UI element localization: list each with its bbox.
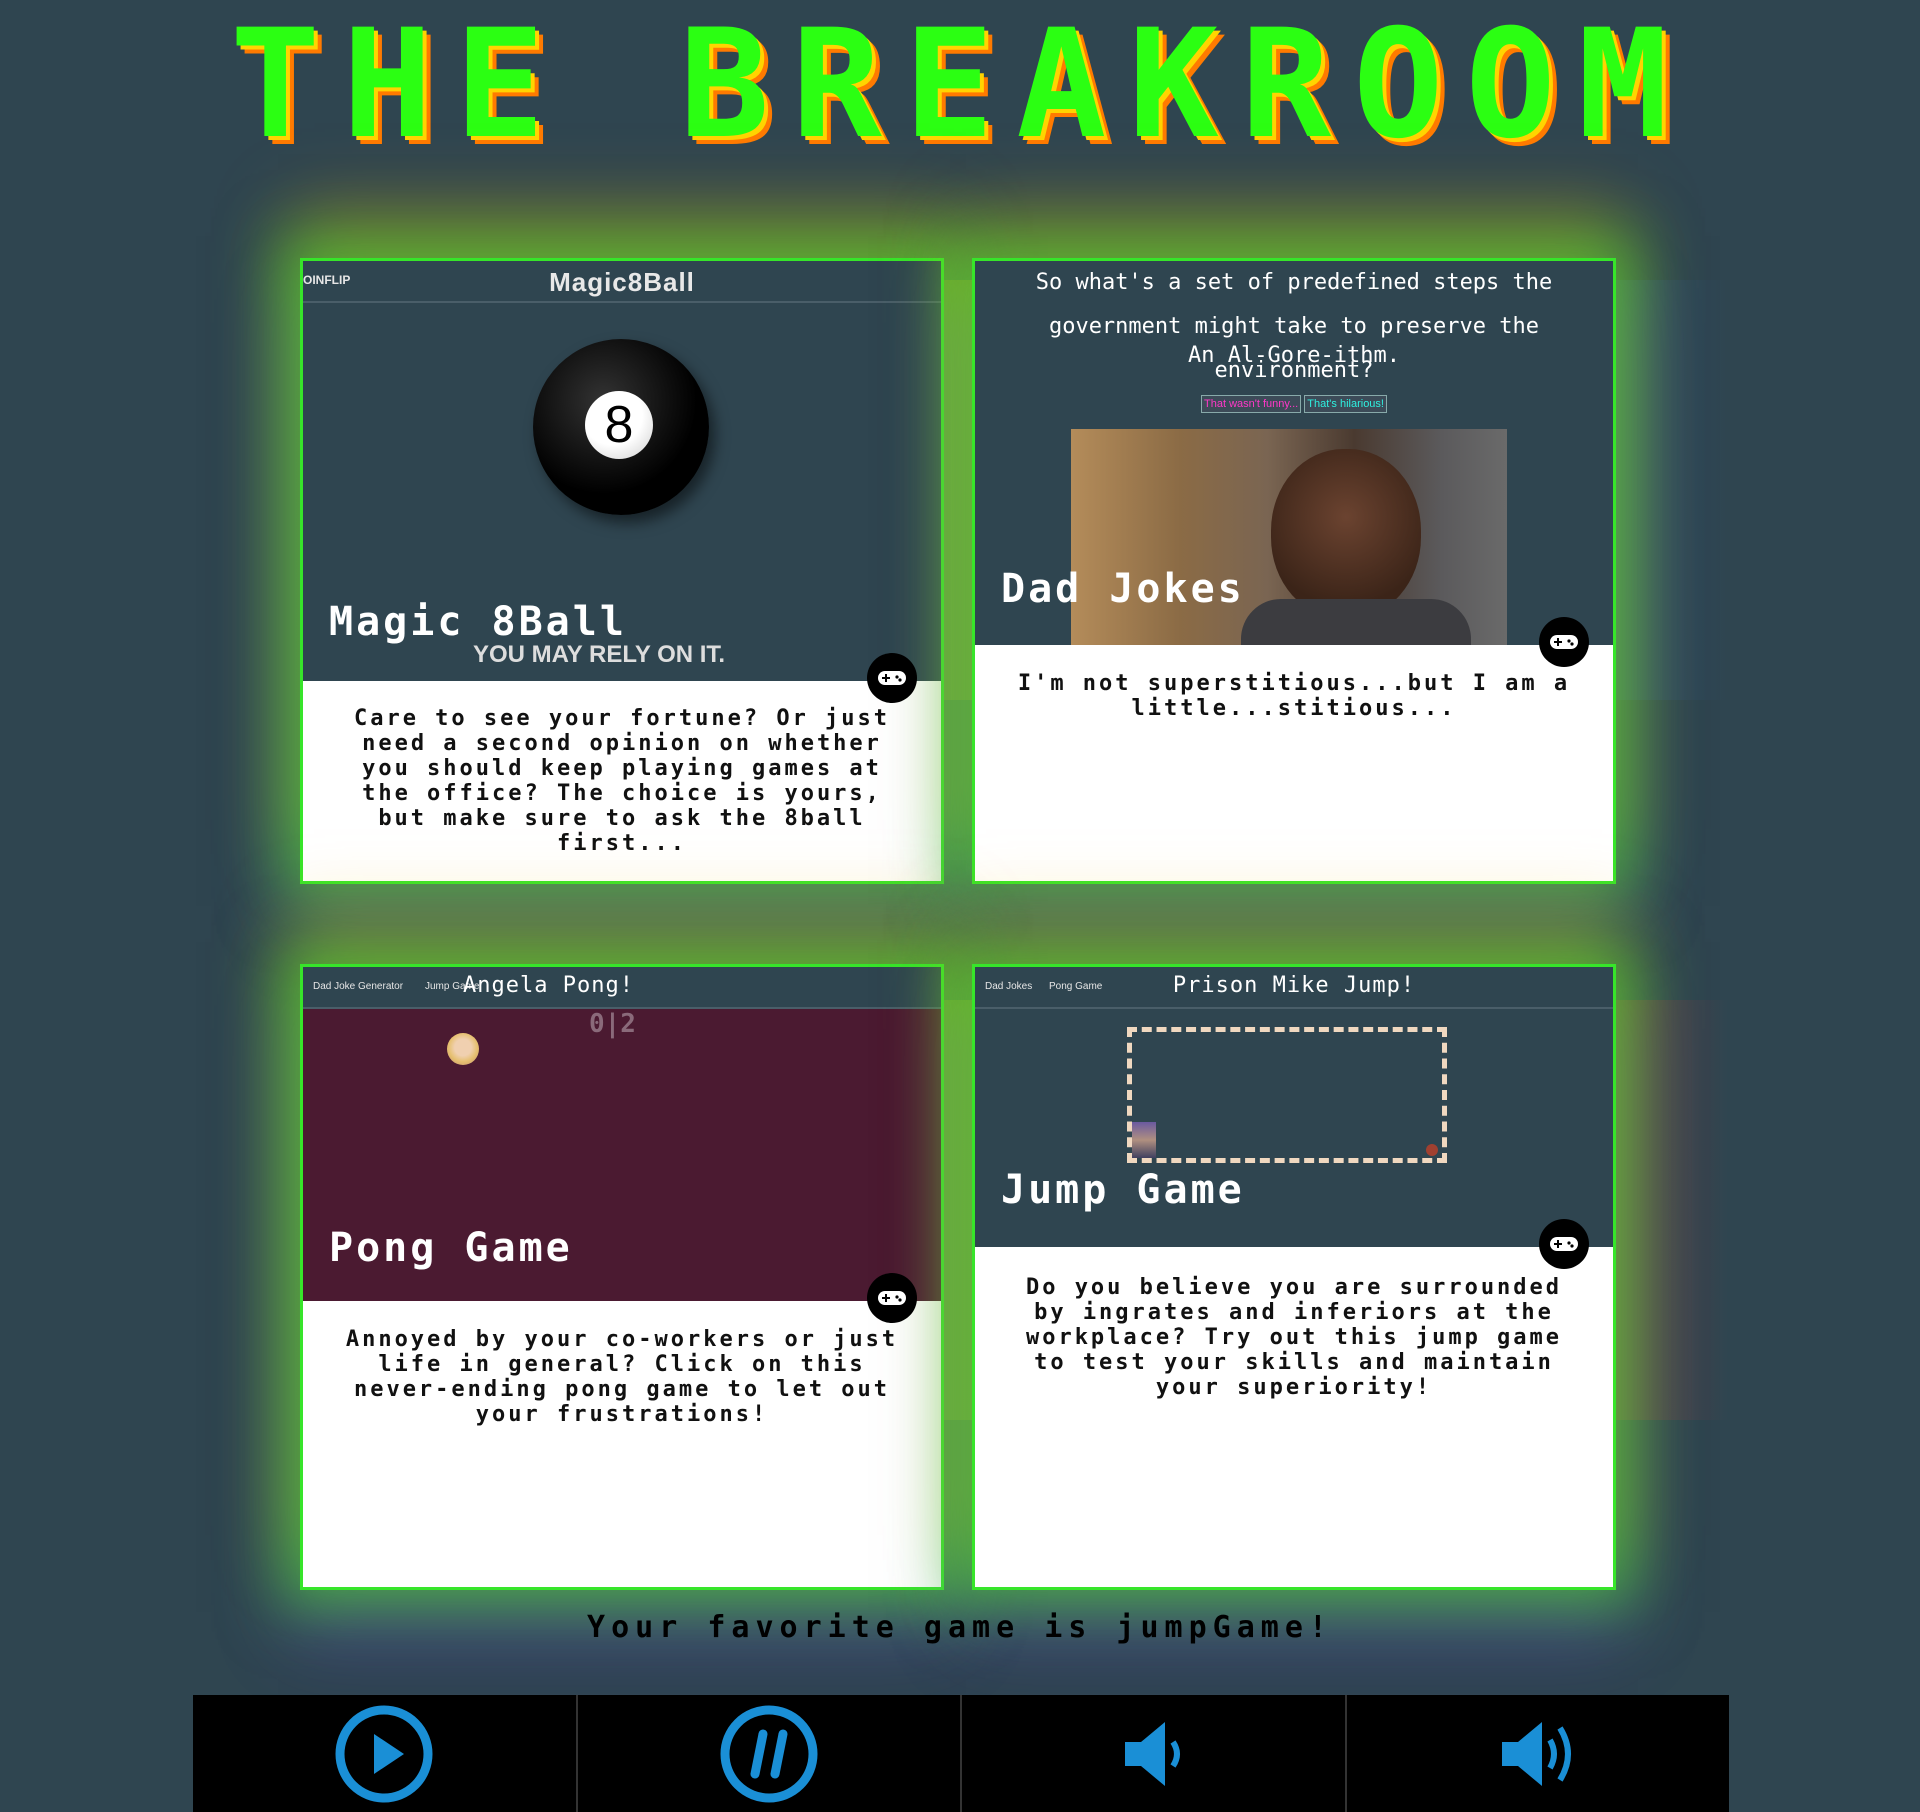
- glow-band-bottom: [0, 1000, 1920, 1420]
- jump-nav: Dad Jokes Pong Game Prison Mike Jump!: [975, 967, 1613, 1009]
- pause-button[interactable]: [575, 1695, 961, 1812]
- magic8-play-button[interactable]: [867, 653, 917, 703]
- magic8-label: Magic 8Ball: [329, 599, 627, 645]
- jump-description: Do you believe you are surrounded by ing…: [1025, 1275, 1563, 1400]
- volume-up-button[interactable]: [1344, 1695, 1730, 1812]
- gamepad-icon: [1550, 1237, 1578, 1251]
- joke-question: So what's a set of predefined steps the …: [1035, 270, 1553, 383]
- obstacle-sprite: [1426, 1144, 1438, 1156]
- magic8-sublabel: YOU MAY RELY ON IT.: [473, 641, 726, 668]
- volume-down-button[interactable]: [960, 1695, 1345, 1812]
- dadjokes-label: Dad Jokes: [1001, 566, 1245, 612]
- dadjokes-preview[interactable]: So what's a set of predefined steps the …: [975, 261, 1613, 645]
- jump-nav-title: Prison Mike Jump!: [1172, 973, 1416, 998]
- volume-high-icon: [1501, 1721, 1571, 1786]
- jump-game-area[interactable]: [1127, 1027, 1447, 1163]
- pong-nav-title: Angela Pong!: [463, 973, 634, 998]
- pong-play-button[interactable]: [867, 1273, 917, 1323]
- stanley-gif: [1071, 429, 1507, 645]
- gamepad-icon: [1550, 635, 1578, 649]
- jump-label: Jump Game: [1001, 1167, 1245, 1213]
- magic8-nav-title: Magic8Ball: [549, 267, 695, 297]
- pong-nav: Dad Joke Generator Jump Game Angela Pong…: [303, 967, 941, 1009]
- not-funny-button[interactable]: That wasn't funny...: [1201, 395, 1302, 413]
- pong-label: Pong Game: [329, 1225, 573, 1271]
- gamepad-icon: [878, 1291, 906, 1305]
- prison-mike-sprite: [1132, 1122, 1156, 1158]
- jump-play-button[interactable]: [1539, 1219, 1589, 1269]
- pong-score: 0|2: [589, 1009, 636, 1039]
- eight-ball[interactable]: 8: [533, 339, 709, 515]
- dadjokes-play-button[interactable]: [1539, 617, 1589, 667]
- play-icon: [335, 1705, 433, 1802]
- magic8-preview[interactable]: OINFLIP Magic8Ball 8 Magic 8Ball YOU MAY…: [303, 261, 941, 681]
- magic8-description: Care to see your fortune? Or just need a…: [353, 706, 891, 856]
- volume-low-icon: [1125, 1721, 1181, 1786]
- media-controls: [193, 1695, 1729, 1812]
- gamepad-icon: [878, 671, 906, 685]
- jump-card[interactable]: Dad Jokes Pong Game Prison Mike Jump! Ju…: [972, 964, 1616, 1590]
- play-button[interactable]: [193, 1695, 576, 1812]
- funny-button[interactable]: That's hilarious!: [1304, 395, 1387, 413]
- magic8-nav: OINFLIP Magic8Ball: [303, 261, 941, 303]
- magic8-card[interactable]: OINFLIP Magic8Ball 8 Magic 8Ball YOU MAY…: [300, 258, 944, 884]
- pong-description: Annoyed by your co-workers or just life …: [345, 1327, 899, 1427]
- pong-card[interactable]: Dad Joke Generator Jump Game Angela Pong…: [300, 964, 944, 1590]
- eight-ball-number: 8: [585, 391, 653, 459]
- dadjokes-description: I'm not superstitious...but I am a littl…: [1017, 671, 1571, 721]
- pong-preview[interactable]: Dad Joke Generator Jump Game Angela Pong…: [303, 967, 941, 1301]
- joke-answer: An Al-Gore-ithm.: [1188, 343, 1400, 368]
- jump-preview[interactable]: Dad Jokes Pong Game Prison Mike Jump! Ju…: [975, 967, 1613, 1247]
- dadjokes-card[interactable]: So what's a set of predefined steps the …: [972, 258, 1616, 884]
- site-title: THE BREAKROOM: [230, 0, 1690, 172]
- pong-nav-link-dadjoke[interactable]: Dad Joke Generator: [313, 981, 403, 992]
- pause-icon: [720, 1705, 818, 1802]
- favorite-game-text: Your favorite game is jumpGame!: [587, 1610, 1333, 1645]
- pong-ball-face: [447, 1033, 479, 1065]
- glow-band-top: [0, 280, 1920, 700]
